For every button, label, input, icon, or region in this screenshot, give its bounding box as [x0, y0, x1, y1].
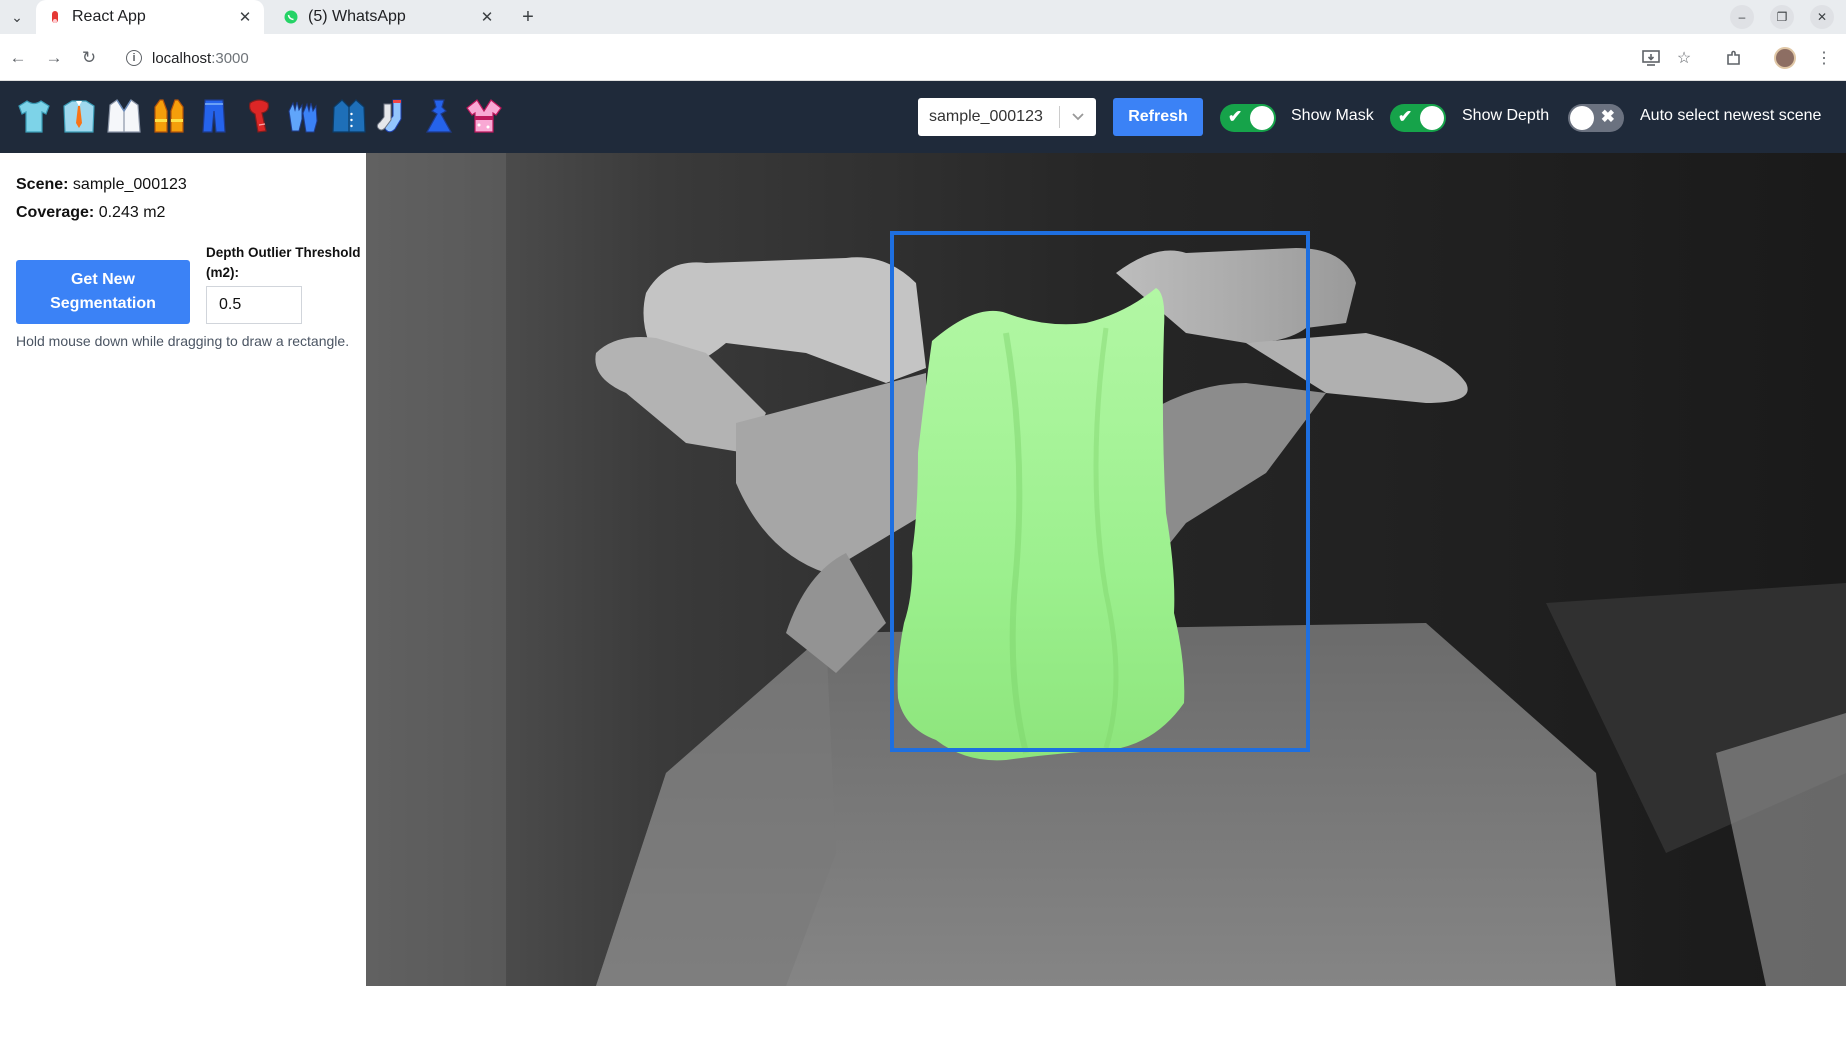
draw-hint: Hold mouse down while dragging to draw a…: [16, 333, 350, 349]
safety-vest-icon[interactable]: [149, 95, 188, 137]
bookmark-star-icon[interactable]: ☆: [1670, 44, 1698, 72]
extensions-icon[interactable]: [1720, 44, 1748, 72]
browser-tabstrip: ⌄ React App ✕ (5) WhatsApp ✕ + – ❐ ✕: [0, 0, 1846, 34]
coverage-info: Coverage: 0.243 m2: [16, 204, 165, 222]
url-port: :3000: [211, 49, 249, 67]
whatsapp-favicon-icon: [284, 10, 298, 24]
scene-info-label: Scene:: [16, 176, 69, 193]
close-tab-icon[interactable]: ✕: [234, 6, 256, 28]
gloves-icon[interactable]: [284, 95, 323, 137]
coverage-info-label: Coverage:: [16, 204, 95, 221]
show-depth-label: Show Depth: [1462, 107, 1550, 124]
show-depth-toggle[interactable]: ✔: [1390, 104, 1446, 132]
tab-whatsapp[interactable]: (5) WhatsApp ✕: [272, 0, 506, 34]
address-toolbar: ← → ↻ i localhost:3000 ☆ ⋮: [0, 34, 1846, 81]
lab-coat-icon[interactable]: [104, 95, 143, 137]
close-tab-icon[interactable]: ✕: [476, 6, 498, 28]
threshold-input[interactable]: [206, 286, 302, 324]
tab-title: React App: [72, 8, 146, 25]
close-window-icon[interactable]: ✕: [1810, 5, 1834, 29]
t-shirt-icon[interactable]: [14, 95, 53, 137]
forward-icon[interactable]: →: [40, 44, 68, 72]
tab-search-icon[interactable]: ⌄: [4, 4, 30, 30]
coat-icon[interactable]: [329, 95, 368, 137]
back-icon[interactable]: ←: [4, 44, 32, 72]
get-new-segmentation-button[interactable]: Get New Segmentation: [16, 260, 190, 324]
react-favicon-icon: [48, 10, 62, 24]
dress-shirt-icon[interactable]: [59, 95, 98, 137]
tab-react-app[interactable]: React App ✕: [36, 0, 264, 34]
tab-title: (5) WhatsApp: [308, 8, 406, 25]
threshold-label: Depth Outlier Threshold (m2):: [206, 245, 361, 280]
menu-kebab-icon[interactable]: ⋮: [1810, 44, 1838, 72]
socks-icon[interactable]: [374, 95, 413, 137]
chevron-down-icon[interactable]: [1060, 113, 1096, 121]
dress-icon[interactable]: [419, 95, 458, 137]
depth-image-canvas[interactable]: [366, 153, 1846, 986]
check-icon: ✔: [1398, 107, 1413, 126]
kimono-icon[interactable]: [464, 95, 503, 137]
x-icon: ✖: [1600, 107, 1615, 126]
app-header: sample_000123 Refresh ✔ Show Mask ✔ Show…: [0, 81, 1846, 153]
site-info-icon[interactable]: i: [126, 50, 142, 66]
auto-select-toggle[interactable]: ✖: [1568, 104, 1624, 132]
url-host: localhost: [152, 49, 212, 67]
depth-image: [366, 153, 1846, 986]
auto-select-label: Auto select newest scene: [1640, 107, 1822, 124]
refresh-button[interactable]: Refresh: [1113, 98, 1203, 136]
new-tab-icon[interactable]: +: [515, 4, 541, 30]
scene-select[interactable]: sample_000123: [918, 98, 1096, 136]
control-panel: Scene: sample_000123 Coverage: 0.243 m2 …: [0, 153, 366, 988]
scene-info-value: sample_000123: [72, 176, 187, 193]
url-bar[interactable]: i localhost:3000: [118, 42, 1618, 74]
garment-icon-bar: [14, 95, 503, 137]
profile-avatar[interactable]: [1774, 47, 1796, 69]
minimize-icon[interactable]: –: [1730, 5, 1754, 29]
install-app-icon[interactable]: [1637, 44, 1665, 72]
check-icon: ✔: [1228, 107, 1243, 126]
reload-icon[interactable]: ↻: [75, 44, 103, 72]
scene-info: Scene: sample_000123: [16, 176, 187, 194]
show-mask-toggle[interactable]: ✔: [1220, 104, 1276, 132]
restore-icon[interactable]: ❐: [1770, 5, 1794, 29]
scene-select-value: sample_000123: [929, 108, 1043, 125]
show-mask-label: Show Mask: [1291, 107, 1374, 124]
scarf-icon[interactable]: [239, 95, 278, 137]
coverage-info-value: 0.243 m2: [98, 204, 166, 221]
jeans-icon[interactable]: [194, 95, 233, 137]
